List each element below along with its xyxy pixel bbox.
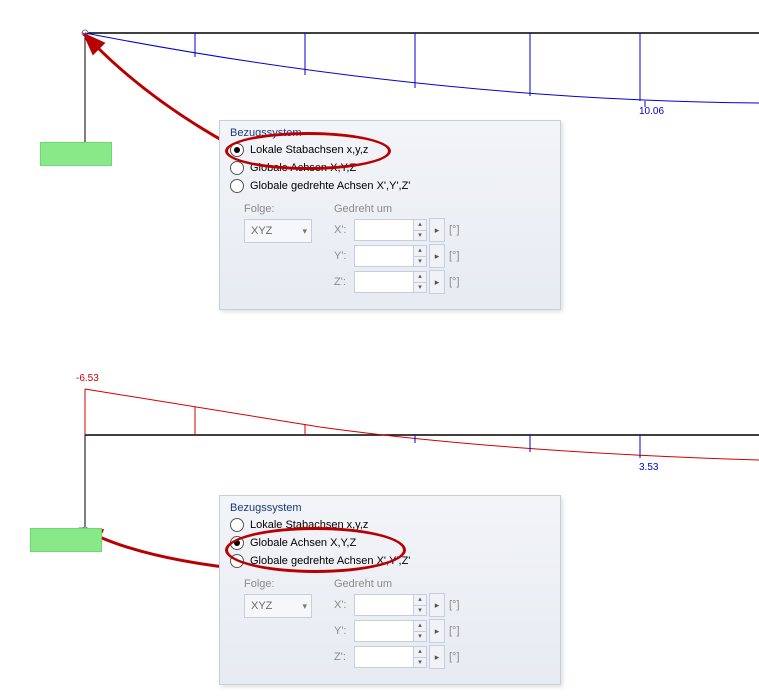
reference-system-panel-top: Bezugssystem Lokale Stabachsen x,y,z Glo… <box>219 120 561 310</box>
value-bottom-red: -6.53 <box>76 373 99 384</box>
spin-down-icon[interactable]: ▾ <box>413 606 427 617</box>
unit-label: [°] <box>449 250 460 262</box>
radio-rotated-axes[interactable]: Globale gedrehte Achsen X',Y',Z' <box>220 177 560 195</box>
radio-icon <box>230 518 244 532</box>
unit-label: [°] <box>449 276 460 288</box>
radio-icon <box>230 179 244 193</box>
axis-x-input[interactable] <box>354 594 414 616</box>
axis-y-input[interactable] <box>354 245 414 267</box>
axis-z-input[interactable] <box>354 646 414 668</box>
axis-z-label: Z': <box>334 651 354 663</box>
chevron-down-icon: ▾ <box>302 601 307 612</box>
axis-y-input[interactable] <box>354 620 414 642</box>
spin-up-icon[interactable]: ▴ <box>413 646 427 658</box>
step-button[interactable]: ▸ <box>429 645 445 669</box>
step-button[interactable]: ▸ <box>429 270 445 294</box>
panel-title: Bezugssystem <box>220 121 560 141</box>
radio-global-axes[interactable]: Globale Achsen X,Y,Z <box>220 159 560 177</box>
axis-x-label: X': <box>334 224 354 236</box>
spin-down-icon[interactable]: ▾ <box>413 283 427 294</box>
support-block-top <box>40 142 112 166</box>
folge-select[interactable]: XYZ ▾ <box>244 219 312 243</box>
panel-title: Bezugssystem <box>220 496 560 516</box>
step-button[interactable]: ▸ <box>429 244 445 268</box>
axis-y-label: Y': <box>334 250 354 262</box>
folge-select[interactable]: XYZ ▾ <box>244 594 312 618</box>
spin-down-icon[interactable]: ▾ <box>413 257 427 268</box>
radio-local-axes[interactable]: Lokale Stabachsen x,y,z <box>220 516 560 534</box>
chevron-down-icon: ▾ <box>302 226 307 237</box>
radio-local-axes[interactable]: Lokale Stabachsen x,y,z <box>220 141 560 159</box>
unit-label: [°] <box>449 224 460 236</box>
folge-label: Folge: <box>244 578 312 590</box>
gedreht-label: Gedreht um <box>334 578 460 590</box>
step-button[interactable]: ▸ <box>429 593 445 617</box>
axis-x-input[interactable] <box>354 219 414 241</box>
spin-down-icon[interactable]: ▾ <box>413 658 427 669</box>
radio-global-axes[interactable]: Globale Achsen X,Y,Z <box>220 534 560 552</box>
folge-label: Folge: <box>244 203 312 215</box>
spin-up-icon[interactable]: ▴ <box>413 219 427 231</box>
radio-rotated-axes[interactable]: Globale gedrehte Achsen X',Y',Z' <box>220 552 560 570</box>
step-button[interactable]: ▸ <box>429 218 445 242</box>
radio-icon <box>230 554 244 568</box>
reference-system-panel-bottom: Bezugssystem Lokale Stabachsen x,y,z Glo… <box>219 495 561 685</box>
gedreht-label: Gedreht um <box>334 203 460 215</box>
value-top: 10.06 <box>639 106 664 117</box>
axis-x-label: X': <box>334 599 354 611</box>
spin-up-icon[interactable]: ▴ <box>413 271 427 283</box>
axis-y-label: Y': <box>334 625 354 637</box>
value-bottom-blue: 3.53 <box>639 462 658 473</box>
axis-z-input[interactable] <box>354 271 414 293</box>
spin-down-icon[interactable]: ▾ <box>413 231 427 242</box>
spin-down-icon[interactable]: ▾ <box>413 632 427 643</box>
spin-up-icon[interactable]: ▴ <box>413 594 427 606</box>
radio-icon <box>230 143 244 157</box>
unit-label: [°] <box>449 651 460 663</box>
spin-up-icon[interactable]: ▴ <box>413 620 427 632</box>
spin-up-icon[interactable]: ▴ <box>413 245 427 257</box>
step-button[interactable]: ▸ <box>429 619 445 643</box>
unit-label: [°] <box>449 625 460 637</box>
support-block-bottom <box>30 528 102 552</box>
radio-icon <box>230 536 244 550</box>
radio-icon <box>230 161 244 175</box>
unit-label: [°] <box>449 599 460 611</box>
axis-z-label: Z': <box>334 276 354 288</box>
